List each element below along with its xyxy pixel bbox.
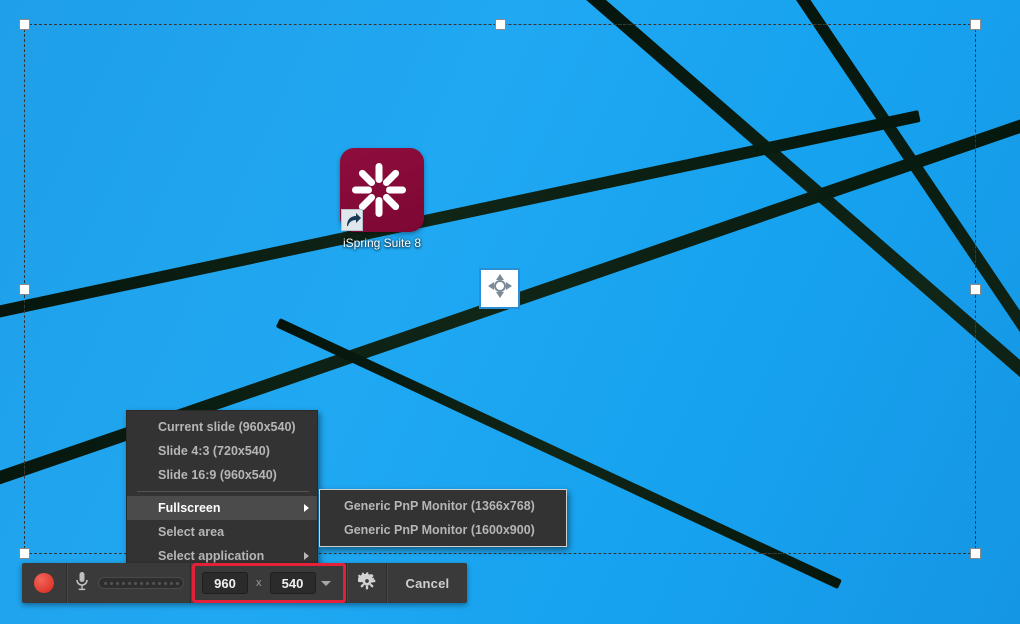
chevron-right-icon bbox=[304, 552, 309, 560]
starburst-ray bbox=[375, 163, 382, 183]
selection-handle-top-center[interactable] bbox=[495, 19, 506, 30]
submenu-item-monitor-1[interactable]: Generic PnP Monitor (1366x768) bbox=[320, 494, 566, 518]
selection-handle-top-right[interactable] bbox=[970, 19, 981, 30]
starburst-ray bbox=[385, 186, 406, 194]
submenu-item-label: Generic PnP Monitor (1600x900) bbox=[344, 523, 535, 537]
starburst-ray bbox=[356, 168, 377, 188]
selection-handle-middle-right[interactable] bbox=[970, 284, 981, 295]
menu-item-label: Slide 16:9 (960x540) bbox=[158, 468, 277, 482]
menu-separator bbox=[137, 491, 309, 492]
menu-item-label: Fullscreen bbox=[158, 501, 221, 515]
selection-handle-middle-left[interactable] bbox=[19, 284, 30, 295]
starburst-ray bbox=[375, 197, 382, 217]
submenu-item-label: Generic PnP Monitor (1366x768) bbox=[344, 499, 535, 513]
microphone-control[interactable] bbox=[68, 563, 190, 603]
selection-handle-top-left[interactable] bbox=[19, 19, 30, 30]
shortcut-arrow-icon bbox=[341, 209, 363, 231]
chevron-down-icon bbox=[320, 580, 331, 586]
ispring-app-icon bbox=[340, 148, 424, 232]
selection-handle-bottom-right[interactable] bbox=[970, 548, 981, 559]
record-button[interactable] bbox=[22, 563, 66, 603]
settings-button[interactable] bbox=[348, 563, 386, 603]
audio-level-meter bbox=[97, 577, 184, 589]
screen-capture-overlay: iSpring Suite 8 Current slide (960x540) … bbox=[0, 0, 1020, 624]
cancel-button[interactable]: Cancel bbox=[388, 563, 468, 603]
capture-width-input[interactable]: 960 bbox=[202, 572, 248, 594]
capture-height-input[interactable]: 540 bbox=[269, 572, 316, 594]
gear-icon bbox=[355, 571, 376, 595]
menu-item-slide-16-9[interactable]: Slide 16:9 (960x540) bbox=[127, 463, 317, 487]
chevron-right-icon bbox=[304, 504, 309, 512]
wallpaper-stripe bbox=[551, 0, 1020, 613]
wallpaper-stripe bbox=[760, 0, 1020, 624]
menu-item-label: Select area bbox=[158, 525, 225, 539]
desktop-icon-label: iSpring Suite 8 bbox=[342, 236, 422, 250]
cancel-button-label: Cancel bbox=[405, 575, 450, 591]
starburst-ray bbox=[380, 192, 401, 212]
move-handle-icon bbox=[487, 273, 513, 304]
submenu-item-monitor-2[interactable]: Generic PnP Monitor (1600x900) bbox=[320, 518, 566, 542]
menu-item-slide-4-3[interactable]: Slide 4:3 (720x540) bbox=[127, 439, 317, 463]
record-icon bbox=[34, 573, 54, 593]
menu-item-fullscreen[interactable]: Fullscreen bbox=[127, 496, 317, 520]
menu-item-label: Current slide (960x540) bbox=[158, 420, 296, 434]
menu-item-label: Slide 4:3 (720x540) bbox=[158, 444, 270, 458]
fullscreen-monitor-submenu[interactable]: Generic PnP Monitor (1366x768) Generic P… bbox=[319, 489, 567, 547]
size-separator-label: x bbox=[256, 577, 262, 589]
menu-item-label: Select application bbox=[158, 549, 265, 563]
menu-item-current-slide[interactable]: Current slide (960x540) bbox=[127, 415, 317, 439]
desktop-icon-ispring-suite-8[interactable]: iSpring Suite 8 bbox=[330, 148, 434, 250]
move-selection-handle[interactable] bbox=[479, 268, 520, 309]
wallpaper-stripe bbox=[0, 110, 921, 330]
menu-item-select-area[interactable]: Select area bbox=[127, 520, 317, 544]
selection-handle-bottom-left[interactable] bbox=[19, 548, 30, 559]
capture-mode-context-menu[interactable]: Current slide (960x540) Slide 4:3 (720x5… bbox=[126, 410, 318, 573]
capture-size-dropdown-button[interactable] bbox=[316, 580, 336, 586]
microphone-icon bbox=[75, 571, 89, 596]
starburst-ray bbox=[351, 186, 372, 194]
starburst-ray bbox=[380, 168, 401, 188]
recording-toolbar: 960 x 540 Cancel bbox=[22, 563, 468, 603]
capture-size-group[interactable]: 960 x 540 bbox=[192, 563, 346, 603]
wallpaper-stripe bbox=[275, 318, 842, 590]
